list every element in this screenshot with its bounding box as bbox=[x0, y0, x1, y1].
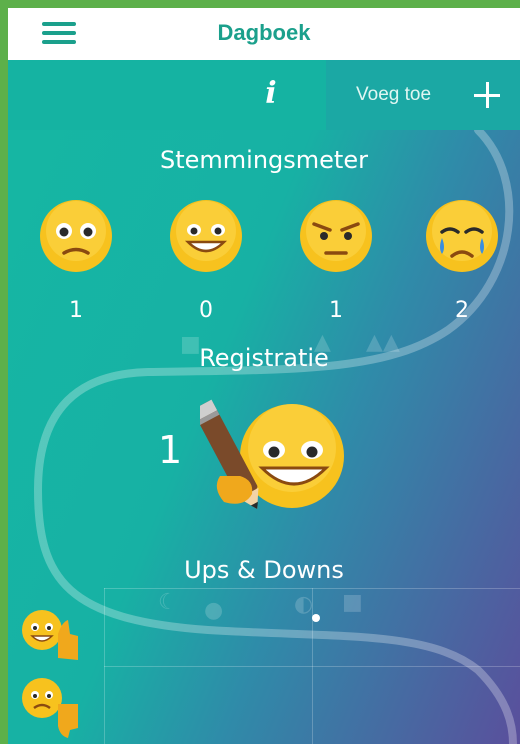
add-entry-label: Voeg toe bbox=[356, 84, 432, 105]
thumb-down-face-icon[interactable] bbox=[18, 674, 82, 738]
crying-face-icon[interactable] bbox=[424, 198, 500, 274]
app-header: Dagboek bbox=[8, 8, 520, 60]
registration-title: Registratie bbox=[199, 344, 329, 372]
angry-face-icon[interactable] bbox=[298, 198, 374, 274]
mood-count-worried: 1 bbox=[69, 298, 83, 323]
registration-count: 1 bbox=[158, 428, 183, 472]
thumb-up-face-icon[interactable] bbox=[18, 602, 82, 666]
mood-count-smiling: 0 bbox=[199, 298, 213, 323]
plus-icon bbox=[474, 82, 500, 108]
add-entry-button[interactable]: Voeg toe bbox=[326, 60, 520, 130]
ups-downs-chart[interactable] bbox=[104, 588, 520, 744]
page-title: Dagboek bbox=[217, 20, 311, 45]
ups-downs-title: Ups & Downs bbox=[184, 556, 344, 584]
mood-count-angry: 1 bbox=[329, 298, 343, 323]
info-button[interactable]: i bbox=[256, 74, 286, 114]
diary-dashboard[interactable]: i Voeg toe Stemmingsmeter 1 0 1 2 ■ ▲ ▲▲… bbox=[8, 60, 520, 744]
mood-count-crying: 2 bbox=[455, 298, 469, 323]
mood-meter-title: Stemmingsmeter bbox=[160, 146, 368, 174]
info-area: i bbox=[8, 60, 326, 130]
face-with-pencil-icon[interactable] bbox=[200, 390, 360, 526]
device-frame-left bbox=[0, 0, 8, 744]
toolbar: i Voeg toe bbox=[8, 60, 520, 130]
device-frame-top bbox=[0, 0, 520, 8]
smiling-face-icon[interactable] bbox=[168, 198, 244, 274]
worried-face-icon[interactable] bbox=[38, 198, 114, 274]
ups-downs-point bbox=[312, 614, 320, 622]
